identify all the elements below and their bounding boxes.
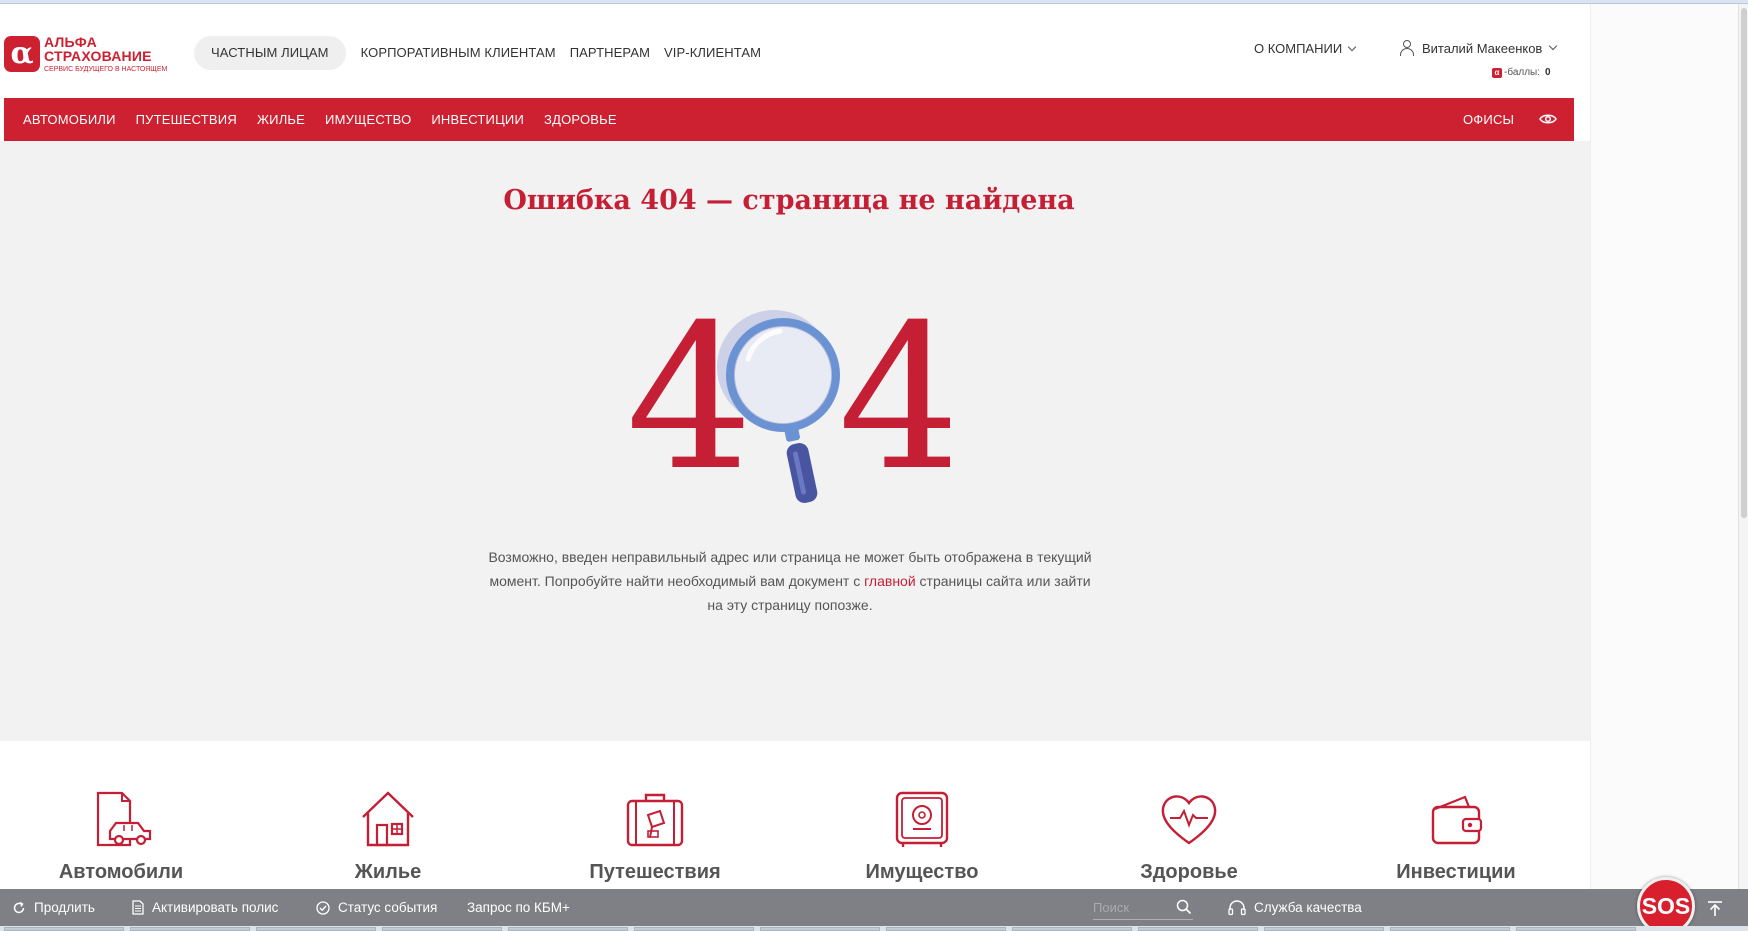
nav-cars[interactable]: АВТОМОБИЛИ (23, 112, 116, 127)
logo-tagline: СЕРВИС БУДУЩЕГО В НАСТОЯЩЕМ (44, 66, 168, 73)
nav-investments[interactable]: ИНВЕСТИЦИИ (431, 112, 524, 127)
renew-label: Продлить (34, 900, 95, 915)
nav-health[interactable]: ЗДОРОВЬЕ (544, 112, 617, 127)
quality-service-label: Служба качества (1254, 900, 1362, 915)
check-circle-icon (316, 900, 330, 915)
category-card-cars[interactable]: Автомобили (21, 791, 221, 884)
nav-vip-clients[interactable]: VIP-КЛИЕНТАМ (657, 36, 768, 70)
safe-icon (895, 791, 949, 847)
user-menu[interactable]: Виталий Макеенков (1400, 40, 1558, 56)
points-value: 0 (1545, 67, 1551, 78)
category-card-travel[interactable]: Путешествия (555, 791, 755, 884)
activate-policy-label: Активировать полис (152, 900, 279, 915)
category-card-investments[interactable]: Инвестиции (1356, 791, 1556, 884)
heart-pulse-icon (1161, 795, 1217, 845)
category-card-health[interactable]: Здоровье (1089, 791, 1289, 884)
arrow-up-icon[interactable] (1706, 900, 1724, 918)
nav-property[interactable]: ИМУЩЕСТВО (325, 112, 411, 127)
wallet-icon (1431, 795, 1483, 845)
logo-name-line2: СТРАХОВАНИЕ (44, 48, 152, 64)
right-gutter (1590, 4, 1748, 931)
nav-housing[interactable]: ЖИЛЬЕ (257, 112, 305, 127)
error-description: Возможно, введен неправильный адрес или … (480, 545, 1100, 617)
company-menu-label: О КОМПАНИИ (1254, 41, 1343, 56)
category-label: Имущество (865, 861, 979, 883)
category-label: Автомобили (58, 861, 184, 883)
loyalty-points[interactable]: α -баллы: 0 (1492, 67, 1551, 78)
chevron-down-icon (1549, 41, 1558, 51)
nav-partners[interactable]: ПАРТНЕРАМ (563, 36, 657, 70)
event-status-label: Статус события (338, 900, 438, 915)
company-menu[interactable]: О КОМПАНИИ (1254, 41, 1357, 56)
search-icon[interactable] (1176, 899, 1192, 915)
nav-corporate-clients[interactable]: КОРПОРАТИВНЫМ КЛИЕНТАМ (354, 36, 563, 70)
kbm-request-button[interactable]: Запрос по КБМ+ (467, 889, 570, 926)
refresh-icon (13, 901, 25, 913)
category-label: Инвестиции (1396, 861, 1516, 883)
user-name: Виталий Макеенков (1422, 40, 1543, 56)
sos-button[interactable]: SOS (1637, 877, 1695, 931)
renew-button[interactable]: Продлить (12, 889, 95, 926)
category-card-property[interactable]: Имущество (822, 791, 1022, 884)
error-section: Ошибка 404 — страница не найдена 4 4 Воз… (0, 141, 1590, 741)
taskbar-strip (0, 926, 1748, 931)
bottom-toolbar: Продлить Активировать полис Статус событ… (0, 889, 1748, 926)
suitcase-icon (626, 793, 684, 847)
error-404-illustration: 4 4 (626, 291, 950, 515)
house-icon (362, 791, 414, 847)
nav-offices[interactable]: ОФИСЫ (1463, 98, 1514, 141)
chevron-down-icon (1347, 42, 1357, 51)
kbm-request-label: Запрос по КБМ+ (467, 900, 570, 915)
logo-name-line1: АЛЬФА (44, 34, 97, 50)
browser-viewport: α АЛЬФА СТРАХОВАНИЕ СЕРВИС БУДУЩЕГО В НА… (0, 0, 1748, 931)
category-label: Путешествия (589, 861, 721, 883)
category-label: Жилье (354, 861, 422, 883)
user-icon (1400, 40, 1414, 56)
logo[interactable]: α АЛЬФА СТРАХОВАНИЕ СЕРВИС БУДУЩЕГО В НА… (4, 31, 174, 77)
quality-service-button[interactable]: Служба качества (1228, 889, 1362, 926)
document-icon (132, 900, 144, 915)
headset-icon (1228, 899, 1246, 915)
logo-mark: α (4, 36, 40, 72)
error-title: Ошибка 404 — страница не найдена (503, 185, 1075, 216)
nav-travel[interactable]: ПУТЕШЕСТВИЯ (136, 112, 237, 127)
category-label: Здоровье (1140, 861, 1238, 883)
event-status-button[interactable]: Статус события (316, 889, 437, 926)
product-categories: Автомобили Жилье Путешествия Имущество З… (0, 741, 1590, 889)
logo-text: АЛЬФА СТРАХОВАНИЕ СЕРВИС БУДУЩЕГО В НАСТ… (44, 35, 167, 73)
category-card-housing[interactable]: Жилье (288, 791, 488, 884)
category-nav: АВТОМОБИЛИ ПУТЕШЕСТВИЯ ЖИЛЬЕ ИМУЩЕСТВО И… (4, 98, 1574, 141)
points-label: -баллы: (1504, 67, 1541, 78)
audience-nav: ЧАСТНЫМ ЛИЦАМ КОРПОРАТИВНЫМ КЛИЕНТАМ ПАР… (194, 36, 768, 70)
home-link[interactable]: главной (864, 573, 916, 589)
error-code-right: 4 (838, 291, 950, 515)
activate-policy-button[interactable]: Активировать полис (132, 889, 278, 926)
car-document-icon (96, 791, 152, 847)
scrollbar-thumb[interactable] (1741, 8, 1747, 518)
eye-icon[interactable] (1539, 113, 1557, 125)
nav-private-clients[interactable]: ЧАСТНЫМ ЛИЦАМ (194, 36, 346, 70)
alfa-points-icon: α (1492, 67, 1502, 78)
